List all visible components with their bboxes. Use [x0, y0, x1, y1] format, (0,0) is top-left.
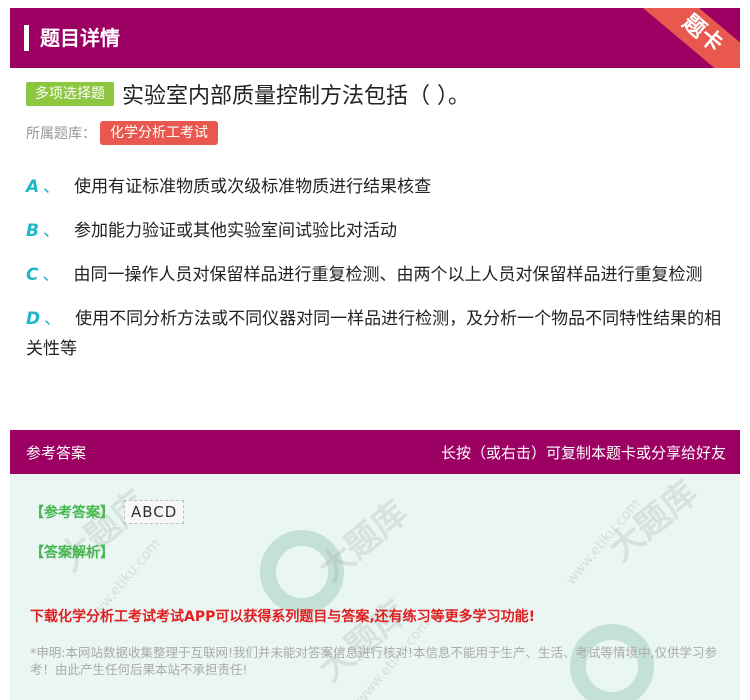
answer-panel-title: 参考答案: [26, 444, 87, 462]
question-line: 多项选择题 实验室内部质量控制方法包括（ ）。: [26, 78, 470, 110]
page-title: 题目详情: [40, 26, 120, 50]
app-download-promo[interactable]: 下载化学分析工考试考试APP可以获得系列题目与答案,还有练习等更多学习功能!: [30, 606, 535, 626]
answer-label: 【参考答案】: [30, 505, 114, 521]
option-letter: B: [26, 221, 39, 241]
option-a[interactable]: A、使用有证标准物质或次级标准物质进行结果核查: [26, 172, 726, 202]
library-label: 所属题库：: [26, 126, 96, 142]
option-text: 使用不同分析方法或不同仪器对同一样品进行检测，及分析一个物品不同特性结果的相关性…: [26, 309, 722, 359]
library-badge[interactable]: 化学分析工考试: [100, 121, 218, 145]
page-header: 题目详情 题卡: [10, 8, 740, 68]
option-separator: 、: [43, 177, 61, 197]
option-separator: 、: [44, 309, 62, 329]
question-type-badge: 多项选择题: [26, 82, 114, 106]
disclaimer-text: *申明:本网站数据收集整理于互联网!我们并未能对答案信息进行核对!本信息不能用于…: [30, 645, 717, 677]
answer-panel-header: 参考答案 长按（或右击）可复制本题卡或分享给好友: [10, 430, 740, 474]
option-letter: A: [26, 177, 40, 197]
corner-ribbon: 题卡: [621, 8, 740, 68]
share-hint: 长按（或右击）可复制本题卡或分享给好友: [440, 444, 726, 462]
option-text: 由同一操作人员对保留样品进行重复检测、由两个以上人员对保留样品进行重复检测: [73, 265, 703, 285]
analysis-row: 【答案解析】: [30, 542, 124, 562]
option-letter: D: [26, 309, 41, 329]
answer-panel-body: 大题库 大题库 大题库 大题库 www.etiku.com www.etiku.…: [10, 474, 740, 700]
option-separator: 、: [42, 221, 60, 241]
option-d[interactable]: D、使用不同分析方法或不同仪器对同一样品进行检测，及分析一个物品不同特性结果的相…: [26, 304, 726, 364]
option-c[interactable]: C、由同一操作人员对保留样品进行重复检测、由两个以上人员对保留样品进行重复检测: [26, 260, 726, 290]
option-b[interactable]: B、参加能力验证或其他实验室间试验比对活动: [26, 216, 726, 246]
option-letter: C: [26, 265, 39, 285]
option-separator: 、: [42, 265, 60, 285]
options-list: A、使用有证标准物质或次级标准物质进行结果核查 B、参加能力验证或其他实验室间试…: [26, 172, 726, 378]
option-text: 使用有证标准物质或次级标准物质进行结果核查: [74, 177, 432, 197]
analysis-label: 【答案解析】: [30, 545, 114, 561]
library-line: 所属题库： 化学分析工考试: [26, 120, 218, 146]
question-text: 实验室内部质量控制方法包括（ ）。: [122, 84, 470, 109]
header-accent-bar: [24, 25, 29, 51]
answer-value: ABCD: [124, 500, 185, 524]
option-text: 参加能力验证或其他实验室间试验比对活动: [73, 221, 397, 241]
answer-row: 【参考答案】 ABCD: [30, 500, 185, 524]
